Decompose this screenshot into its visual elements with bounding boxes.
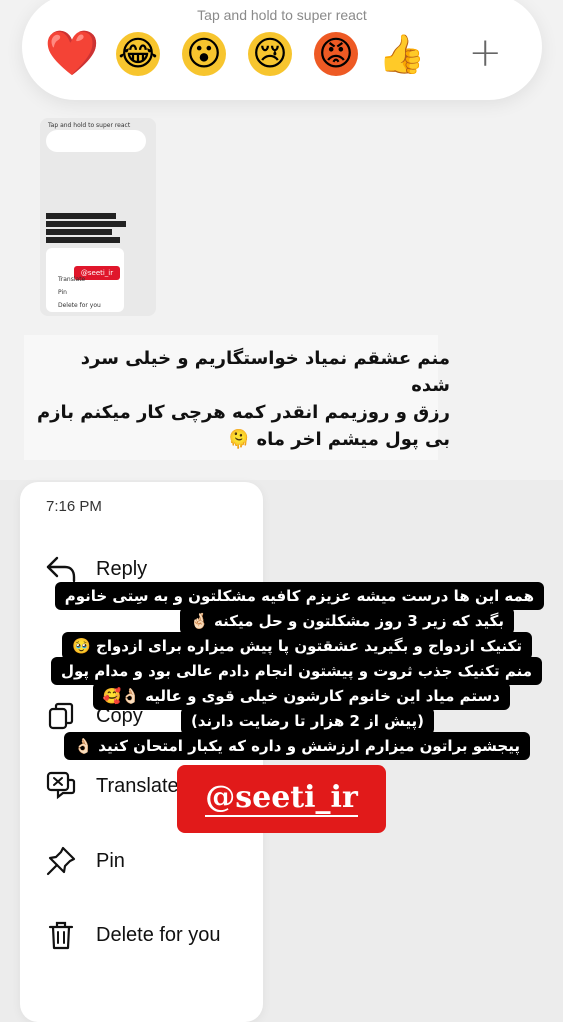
caption-line: منم تکنیک جذب ثروت و پیشتون انجام دادم ع… (50, 657, 542, 685)
reaction-hint: Tap and hold to super react (197, 7, 367, 23)
copy-icon (44, 699, 78, 733)
caption-line: (پیش از 2 هزار تا رضایت دارند) (180, 707, 434, 735)
menu-item-pin[interactable]: Pin (44, 844, 125, 878)
watermark-badge: @seeti_ir (177, 765, 386, 833)
sad-reaction-icon[interactable]: 😢 (248, 32, 292, 76)
surprised-reaction-icon[interactable]: 😮 (182, 32, 226, 76)
shared-image-thumbnail[interactable]: Tap and hold to super react @seeti_ir Tr… (40, 118, 156, 316)
message-line: بی پول میشم اخر ماه 🫠 (227, 429, 450, 450)
menu-item-translate[interactable]: Translate (44, 769, 179, 803)
reaction-row: ❤️ 😂 😮 😢 😡 👍 (45, 32, 426, 76)
thumbnail-caption-line (46, 229, 112, 235)
translate-icon (44, 769, 78, 803)
caption-line: پیجشو براتون میزارم ارزشش و داره که یکبا… (64, 732, 530, 760)
trash-icon (44, 918, 78, 952)
message-timestamp: 7:16 PM (46, 498, 102, 515)
message-line: رزق و روزیمم انقدر کمه هرچی کار میکنم با… (36, 402, 450, 423)
caption-line: تکنیک ازدواج و بگیرید عشقتون پا پیش میزا… (62, 632, 532, 660)
thumbnail-menu-translate: Translate (58, 276, 86, 283)
menu-item-delete[interactable]: Delete for you (44, 918, 221, 952)
thumbnail-menu-delete: Delete for you (58, 302, 101, 309)
message-line: شده (411, 375, 450, 396)
laughing-reaction-icon[interactable]: 😂 (116, 32, 160, 76)
thumbnail-hint: Tap and hold to super react (48, 122, 131, 129)
watermark-text: @seeti_ir (205, 780, 358, 817)
reaction-bar: Tap and hold to super react ❤️ 😂 😮 😢 😡 👍… (22, 0, 542, 100)
thumbnail-menu-pin: Pin (58, 289, 67, 296)
thumbnail-caption-line (46, 213, 116, 219)
menu-item-label: Pin (96, 849, 125, 872)
heart-reaction-icon[interactable]: ❤️ (45, 32, 100, 76)
menu-item-label: Translate (96, 774, 179, 797)
reply-icon (44, 552, 78, 586)
angry-reaction-icon[interactable]: 😡 (314, 32, 358, 76)
thumbs-up-reaction-icon[interactable]: 👍 (378, 32, 425, 76)
thumbnail-caption-line (46, 221, 126, 227)
message-text: منم عشقم نمیاد خواستگاریم و خیلی سرد شده… (30, 345, 450, 453)
caption-line: دستم میاد این خانوم کارشون خیلی قوی و عا… (92, 682, 510, 710)
add-reaction-icon[interactable]: + (468, 30, 502, 76)
thumbnail-reaction-bar (46, 130, 146, 152)
message-line: منم عشقم نمیاد خواستگاریم و خیلی سرد (80, 348, 450, 369)
menu-item-label: Reply (96, 557, 148, 580)
menu-item-reply[interactable]: Reply (44, 552, 147, 586)
thumbnail-caption-line (46, 237, 120, 243)
pin-icon (44, 844, 78, 878)
caption-line: بگید که زیر 3 روز مشکلتون و حل میکنه 🤞🏻 (180, 607, 514, 635)
caption-line: همه این ها درست میشه عزیزم کافیه مشکلتون… (54, 582, 544, 610)
menu-item-label: Delete for you (96, 923, 221, 946)
